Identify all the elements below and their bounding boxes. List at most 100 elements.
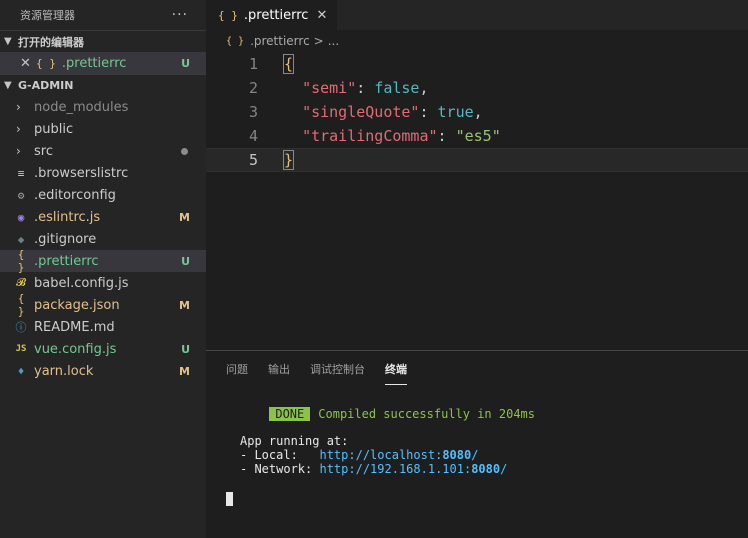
git-status-badge: M [179, 298, 190, 312]
tree-folder-node-modules[interactable]: › node_modules [0, 96, 206, 118]
code-line-current: 5 } [206, 148, 748, 172]
colon: : [437, 127, 456, 145]
folder-name: src [34, 143, 53, 159]
terminal-line: - Network: http://192.168.1.101:8080/ [226, 462, 748, 476]
url-slash: / [471, 448, 479, 462]
terminal-line: App running at: [226, 434, 748, 448]
info-icon: ⓘ [15, 321, 27, 334]
open-editor-item-prettierrc[interactable]: ✕ { } .prettierrc U [0, 52, 206, 74]
colon: : [356, 79, 375, 97]
network-port: 8080 [471, 462, 501, 476]
open-editors-label: 打开的编辑器 [18, 35, 84, 49]
json-value: true [437, 103, 474, 121]
chevron-right-icon: › [16, 122, 21, 136]
tab-problems[interactable]: 问题 [226, 351, 248, 387]
code-editor[interactable]: 1 { 2 "semi": false, 3 "singleQuote": tr… [206, 52, 748, 172]
open-editors-header[interactable]: ▼ 打开的编辑器 [0, 30, 206, 52]
chevron-right-icon: › [16, 144, 21, 158]
network-url[interactable]: http://192.168.1.101: [319, 462, 471, 476]
tab-debug-console[interactable]: 调试控制台 [310, 351, 365, 387]
modified-dot [181, 147, 188, 155]
tree-folder-src[interactable]: › src [0, 140, 206, 162]
git-status-badge: U [181, 342, 190, 356]
json-file-icon: { } [17, 248, 25, 274]
file-name: .eslintrc.js [34, 209, 101, 225]
terminal-line: DONE Compiled successfully in 204ms [226, 393, 748, 421]
gear-icon: ⚙ [17, 188, 25, 202]
terminal-prompt-line [226, 492, 748, 506]
folder-name: public [34, 121, 74, 137]
close-icon[interactable]: ✕ [20, 56, 36, 71]
code-line: 3 "singleQuote": true, [206, 100, 748, 124]
tree-file-babel-config[interactable]: 𝓑 babel.config.js [0, 272, 206, 294]
file-name: .gitignore [34, 231, 97, 247]
code-line: 1 { [206, 52, 748, 76]
list-icon: ≡ [17, 166, 25, 180]
done-badge: DONE [269, 407, 311, 421]
comma: , [473, 103, 483, 121]
terminal[interactable]: DONE Compiled successfully in 204ms App r… [206, 387, 748, 506]
tree-file-readme[interactable]: ⓘ README.md [0, 316, 206, 338]
tab-terminal[interactable]: 终端 [385, 351, 407, 387]
file-name: .prettierrc [61, 55, 127, 71]
line-number: 4 [248, 127, 258, 145]
folder-name: node_modules [34, 99, 129, 115]
explorer-title: 资源管理器 [20, 9, 75, 22]
line-number: 2 [248, 79, 258, 97]
comma: , [419, 79, 429, 97]
more-actions-icon[interactable]: ··· [172, 7, 188, 23]
network-label: - Network: [240, 462, 320, 476]
close-icon[interactable]: ✕ [316, 8, 327, 23]
editor-tab-prettierrc[interactable]: { } .prettierrc ✕ [206, 0, 339, 30]
file-name: vue.config.js [34, 341, 117, 357]
javascript-icon: JS [15, 344, 27, 354]
explorer-header: 资源管理器 ··· [0, 0, 206, 30]
json-key: "singleQuote" [302, 103, 420, 121]
compile-message: Compiled successfully in 204ms [318, 407, 536, 421]
breadcrumb-file[interactable]: .prettierrc [250, 34, 310, 48]
file-name: .browserslistrc [34, 165, 129, 181]
file-name: .prettierrc [34, 253, 99, 269]
project-label: G-ADMIN [18, 79, 74, 92]
explorer-sidebar: 资源管理器 ··· ▼ 打开的编辑器 ✕ { } .prettierrc U ▼… [0, 0, 206, 538]
line-number: 1 [248, 55, 258, 73]
panel-tabs: 问题 输出 调试控制台 终端 [206, 351, 748, 387]
json-file-icon: { } [218, 8, 238, 22]
json-key: "trailingComma" [302, 127, 438, 145]
local-url[interactable]: http://localhost: [319, 448, 442, 462]
url-slash: / [500, 462, 508, 476]
json-file-icon: { } [226, 35, 245, 47]
file-name: README.md [34, 319, 115, 335]
terminal-line: - Local: http://localhost:8080/ [226, 448, 748, 462]
git-status-badge: M [179, 210, 190, 224]
terminal-cursor [226, 492, 233, 506]
tree-file-eslintrc[interactable]: ◉ .eslintrc.js M [0, 206, 206, 228]
tree-file-package-json[interactable]: { } package.json M [0, 292, 206, 318]
tree-file-yarn-lock[interactable]: ♦ yarn.lock M [0, 360, 206, 382]
colon: : [419, 103, 438, 121]
line-number: 5 [248, 151, 258, 169]
breadcrumb-separator: > [313, 34, 324, 48]
editor-tab-bar: { } .prettierrc ✕ [206, 0, 748, 30]
line-number: 3 [248, 103, 258, 121]
git-status-badge: M [179, 364, 190, 378]
tree-file-editorconfig[interactable]: ⚙ .editorconfig [0, 184, 206, 206]
tab-output[interactable]: 输出 [268, 351, 290, 387]
close-brace: } [282, 150, 295, 170]
project-header[interactable]: ▼ G-ADMIN [0, 74, 206, 96]
tree-file-vue-config[interactable]: JS vue.config.js U [0, 338, 206, 360]
tab-label: .prettierrc [243, 7, 309, 23]
breadcrumb-more[interactable]: ... [328, 34, 339, 48]
chevron-down-icon: ▼ [4, 80, 12, 91]
tree-file-browserslistrc[interactable]: ≡ .browserslistrc [0, 162, 206, 184]
tree-folder-public[interactable]: › public [0, 118, 206, 140]
bottom-panel: 问题 输出 调试控制台 终端 DONE Compiled successfully… [206, 350, 748, 538]
babel-icon: 𝓑 [16, 276, 26, 289]
code-line: 4 "trailingComma": "es5" [206, 124, 748, 148]
file-name: package.json [34, 297, 120, 313]
git-icon: ◆ [17, 232, 25, 246]
local-label: - Local: [240, 448, 320, 462]
json-key: "semi" [302, 79, 357, 97]
tree-file-gitignore[interactable]: ◆ .gitignore [0, 228, 206, 250]
tree-file-prettierrc[interactable]: { } .prettierrc U [0, 248, 206, 274]
